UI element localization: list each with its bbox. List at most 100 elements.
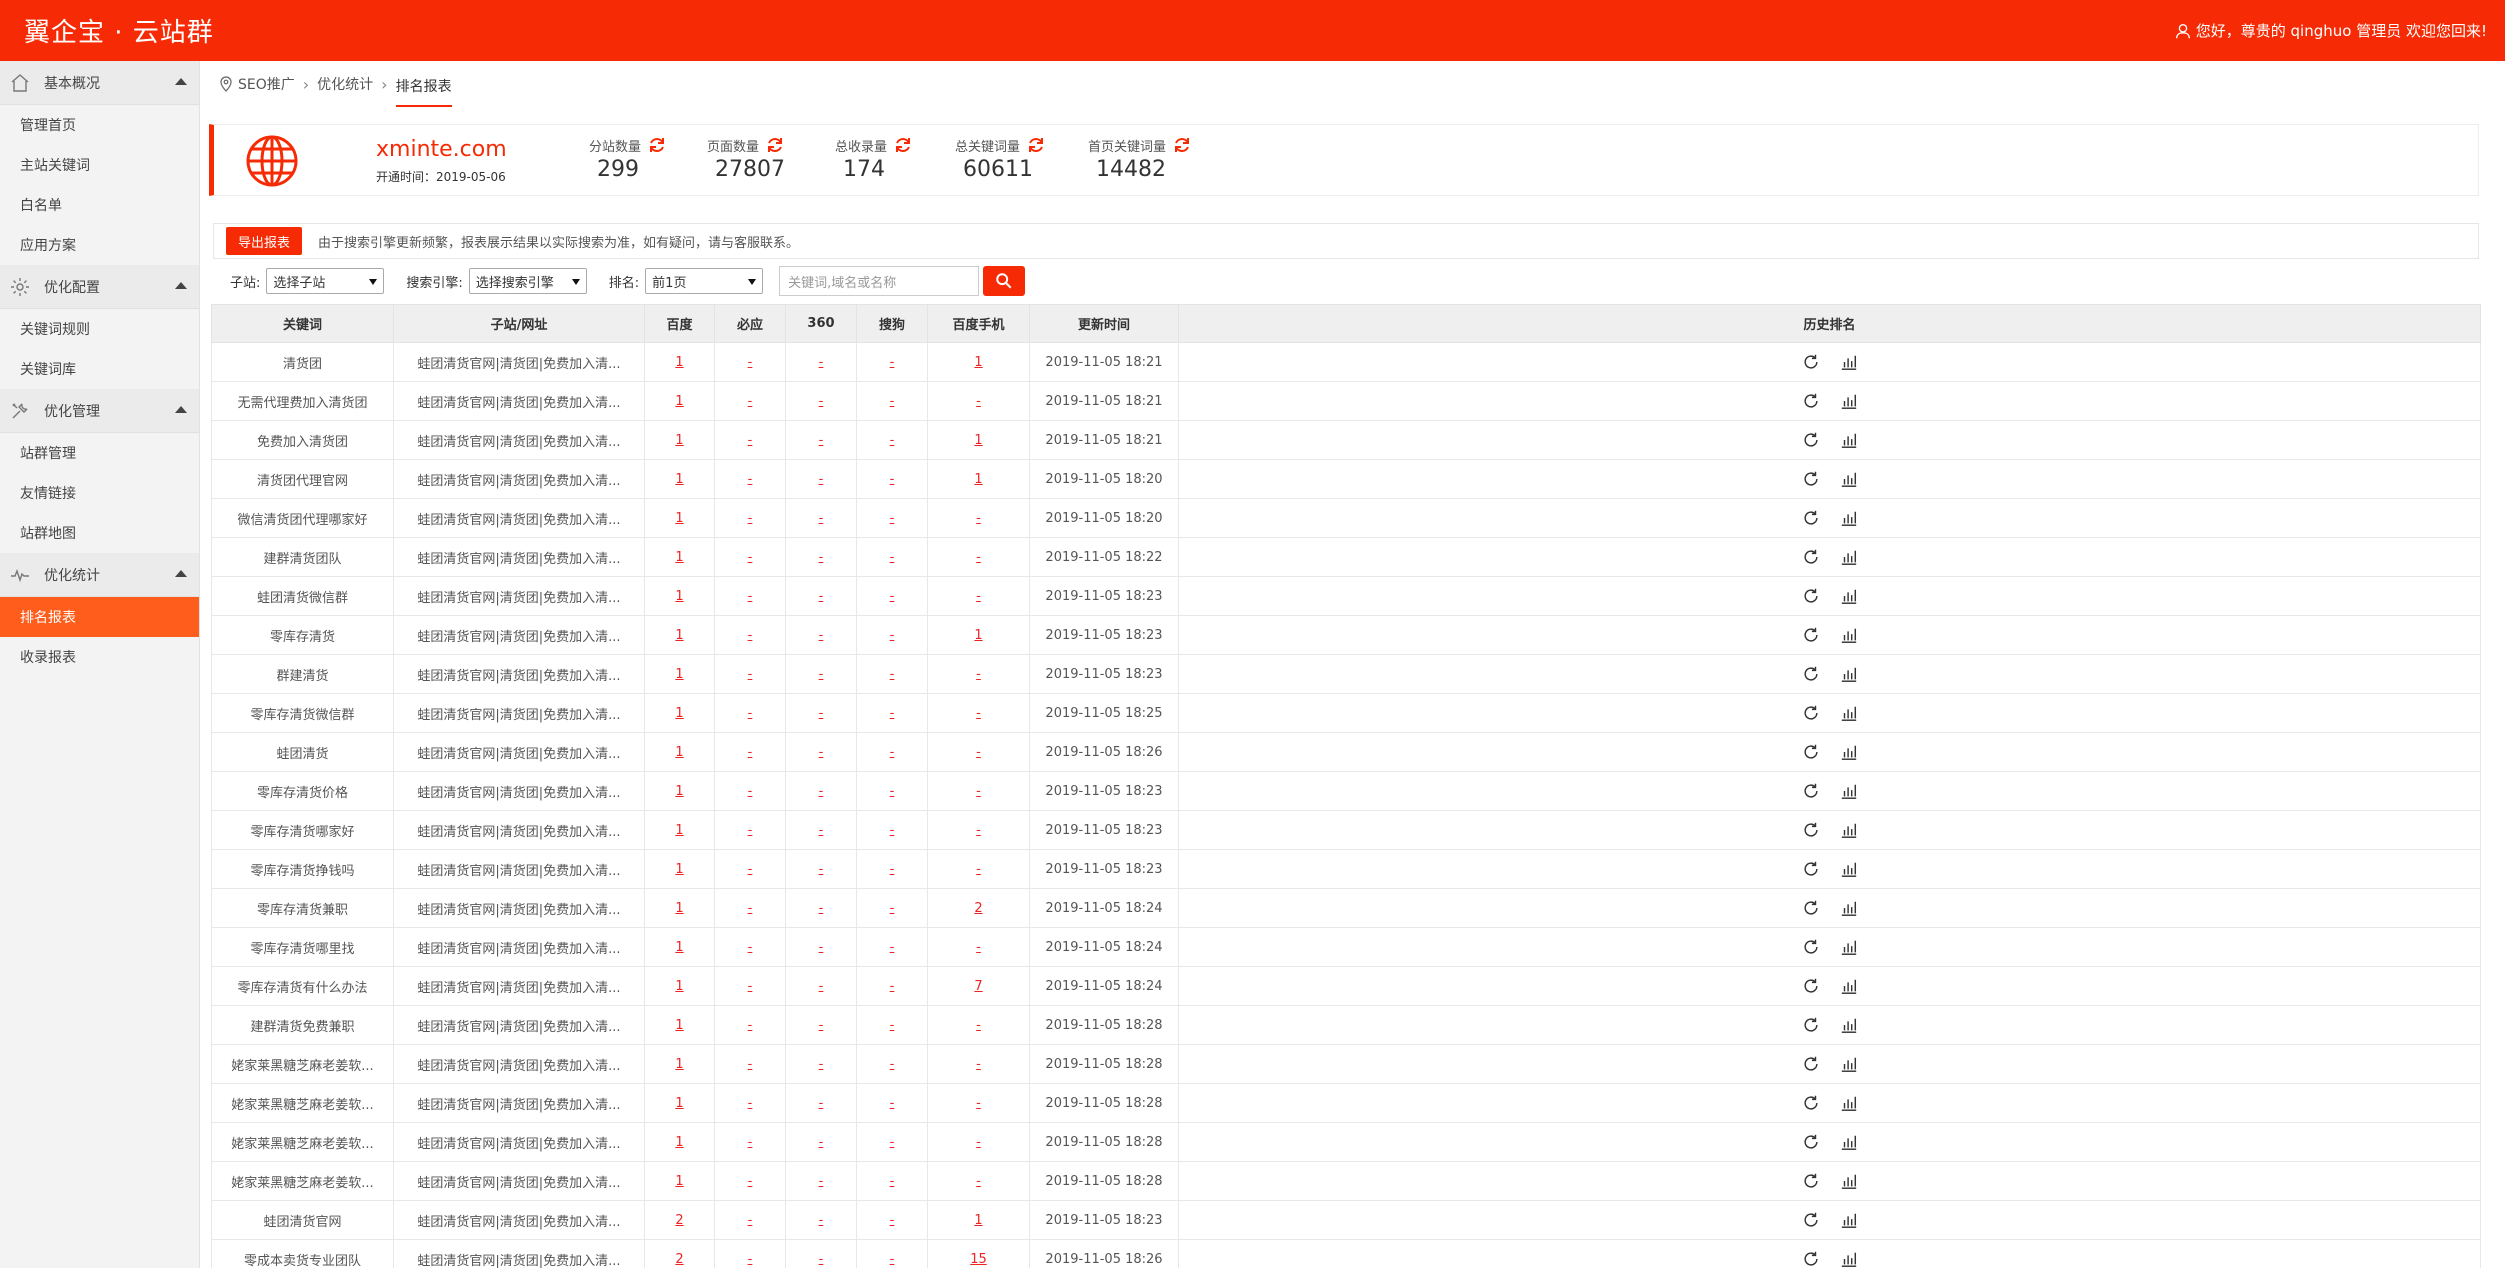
rank-link[interactable]: - — [819, 433, 824, 448]
rank-link[interactable]: - — [748, 589, 753, 604]
cell-subsite-url[interactable]: 蛙团清货官网|清货团|免费加入清... — [393, 1044, 645, 1084]
user-greeting[interactable]: 您好，尊贵的 qinghuo 管理员 欢迎您回来! — [2174, 20, 2487, 41]
bar-chart-icon[interactable] — [1840, 509, 1858, 527]
refresh-icon[interactable] — [1802, 1250, 1820, 1268]
rank-link[interactable]: - — [748, 1096, 753, 1111]
col-subsite-url[interactable]: 子站/网址 — [393, 304, 645, 343]
rank-link[interactable]: - — [890, 355, 895, 370]
export-report-button[interactable]: 导出报表 — [226, 227, 303, 255]
col-keyword[interactable]: 关键词 — [211, 304, 394, 343]
refresh-icon[interactable] — [1802, 665, 1820, 683]
rank-link[interactable]: - — [748, 667, 753, 682]
search-input[interactable]: 关键词,域名或名称 — [779, 266, 980, 296]
sidebar-item-index-report[interactable]: 收录报表 — [0, 637, 199, 677]
rank-link[interactable]: - — [890, 433, 895, 448]
rank-link[interactable]: 1 — [675, 1096, 683, 1111]
rank-link[interactable]: - — [890, 394, 895, 409]
rank-link[interactable]: - — [748, 1174, 753, 1189]
bar-chart-icon[interactable] — [1840, 470, 1858, 488]
cell-subsite-url[interactable]: 蛙团清货官网|清货团|免费加入清... — [393, 498, 645, 538]
engine-select[interactable]: 选择搜索引擎 — [468, 268, 587, 294]
cell-subsite-url[interactable]: 蛙团清货官网|清货团|免费加入清... — [393, 1239, 645, 1268]
rank-link[interactable]: 1 — [675, 1135, 683, 1150]
refresh-icon[interactable] — [1802, 548, 1820, 566]
bar-chart-icon[interactable] — [1840, 743, 1858, 761]
rank-link[interactable]: - — [819, 667, 824, 682]
rank-link[interactable]: - — [890, 745, 895, 760]
rank-link[interactable]: - — [890, 1057, 895, 1072]
rank-link[interactable]: - — [890, 1018, 895, 1033]
rank-link[interactable]: - — [890, 511, 895, 526]
bar-chart-icon[interactable] — [1840, 1172, 1858, 1190]
refresh-icon[interactable] — [1802, 587, 1820, 605]
cell-subsite-url[interactable]: 蛙团清货官网|清货团|免费加入清... — [393, 849, 645, 889]
rank-link[interactable]: - — [976, 1096, 981, 1111]
sidebar-item-site-group[interactable]: 站群管理 — [0, 433, 199, 473]
bar-chart-icon[interactable] — [1840, 1016, 1858, 1034]
rank-link[interactable]: - — [819, 901, 824, 916]
rank-link[interactable]: - — [819, 745, 824, 760]
bar-chart-icon[interactable] — [1840, 704, 1858, 722]
rank-link[interactable]: - — [819, 1018, 824, 1033]
refresh-icon[interactable] — [1802, 938, 1820, 956]
sidebar-item-whitelist[interactable]: 白名单 — [0, 185, 199, 225]
rank-link[interactable]: - — [748, 1213, 753, 1228]
cell-subsite-url[interactable]: 蛙团清货官网|清货团|免费加入清... — [393, 381, 645, 421]
site-select[interactable]: 选择子站 — [266, 268, 385, 294]
rank-link[interactable]: - — [976, 511, 981, 526]
cell-subsite-url[interactable]: 蛙团清货官网|清货团|免费加入清... — [393, 459, 645, 499]
bar-chart-icon[interactable] — [1840, 782, 1858, 800]
sidebar-group-stats[interactable]: 优化统计 — [0, 553, 199, 597]
refresh-icon[interactable] — [1802, 1094, 1820, 1112]
rank-link[interactable]: - — [819, 1057, 824, 1072]
rank-link[interactable]: - — [819, 940, 824, 955]
sidebar-item-solutions[interactable]: 应用方案 — [0, 225, 199, 265]
refresh-icon[interactable] — [1802, 1172, 1820, 1190]
col-360[interactable]: 360 — [785, 304, 857, 343]
rank-link[interactable]: - — [819, 355, 824, 370]
cell-subsite-url[interactable]: 蛙团清货官网|清货团|免费加入清... — [393, 966, 645, 1006]
rank-link[interactable]: 1 — [974, 1213, 982, 1228]
rank-link[interactable]: - — [976, 667, 981, 682]
refresh-icon[interactable] — [893, 135, 913, 155]
rank-link[interactable]: - — [748, 901, 753, 916]
rank-link[interactable]: 1 — [675, 979, 683, 994]
rank-link[interactable]: 1 — [675, 667, 683, 682]
rank-link[interactable]: - — [976, 1135, 981, 1150]
rank-link[interactable]: - — [748, 355, 753, 370]
rank-link[interactable]: 1 — [675, 394, 683, 409]
rank-link[interactable]: - — [890, 823, 895, 838]
rank-link[interactable]: - — [748, 745, 753, 760]
rank-link[interactable]: 1 — [675, 472, 683, 487]
rank-link[interactable]: 1 — [675, 550, 683, 565]
refresh-icon[interactable] — [1802, 782, 1820, 800]
rank-link[interactable]: - — [976, 1057, 981, 1072]
rank-link[interactable]: - — [890, 1252, 895, 1267]
cell-subsite-url[interactable]: 蛙团清货官网|清货团|免费加入清... — [393, 927, 645, 967]
rank-link[interactable]: 1 — [675, 784, 683, 799]
rank-link[interactable]: 1 — [675, 1018, 683, 1033]
col-update-time[interactable]: 更新时间 — [1029, 304, 1179, 343]
rank-link[interactable]: - — [976, 589, 981, 604]
rank-link[interactable]: - — [890, 1135, 895, 1150]
rank-link[interactable]: 2 — [675, 1213, 683, 1228]
refresh-icon[interactable] — [765, 135, 785, 155]
refresh-icon[interactable] — [1802, 470, 1820, 488]
cell-subsite-url[interactable]: 蛙团清货官网|清货团|免费加入清... — [393, 342, 645, 382]
sidebar-group-overview[interactable]: 基本概况 — [0, 61, 199, 105]
rank-link[interactable]: - — [976, 862, 981, 877]
rank-link[interactable]: 7 — [974, 979, 982, 994]
bar-chart-icon[interactable] — [1840, 353, 1858, 371]
rank-link[interactable]: - — [819, 550, 824, 565]
refresh-icon[interactable] — [1802, 626, 1820, 644]
bar-chart-icon[interactable] — [1840, 860, 1858, 878]
rank-link[interactable]: 1 — [675, 706, 683, 721]
col-bing[interactable]: 必应 — [714, 304, 786, 343]
rank-link[interactable]: - — [976, 394, 981, 409]
rank-link[interactable]: - — [748, 472, 753, 487]
bar-chart-icon[interactable] — [1840, 821, 1858, 839]
rank-link[interactable]: 15 — [970, 1252, 987, 1267]
rank-link[interactable]: - — [890, 667, 895, 682]
refresh-icon[interactable] — [1802, 977, 1820, 995]
rank-link[interactable]: - — [890, 979, 895, 994]
